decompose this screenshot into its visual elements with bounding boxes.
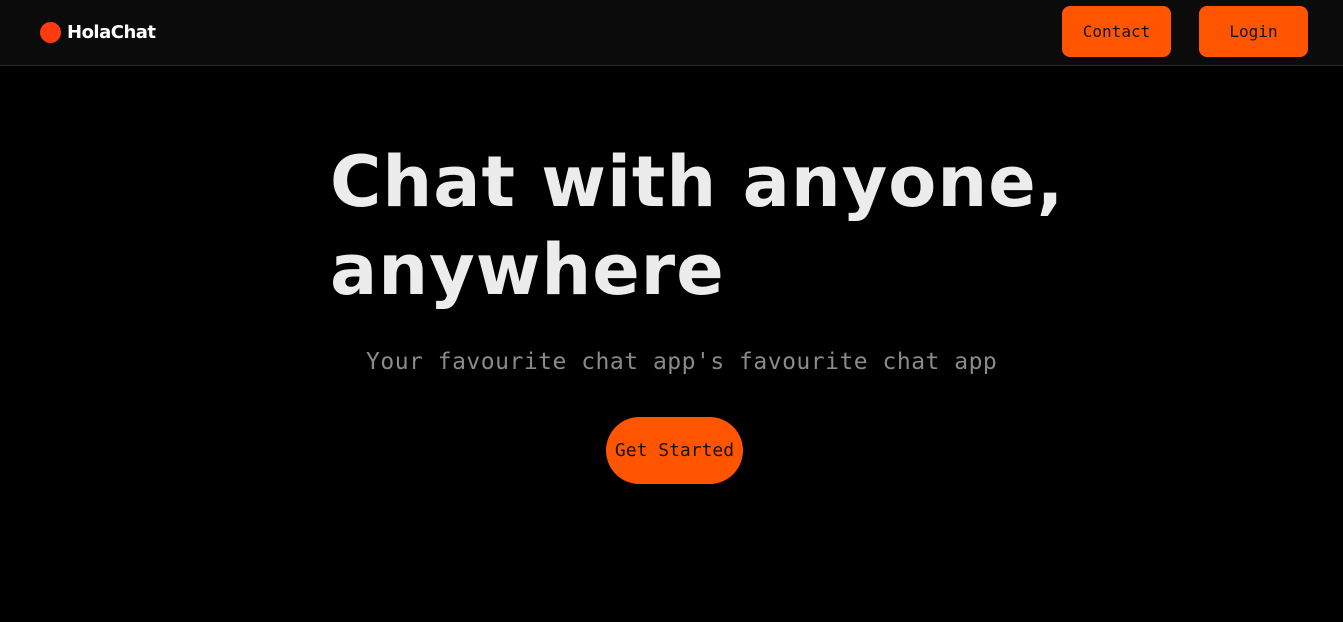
- brand-name: HolaChat: [67, 21, 156, 43]
- contact-button[interactable]: Contact: [1062, 6, 1171, 57]
- hero-subtitle: Your favourite chat app's favourite chat…: [366, 349, 998, 375]
- get-started-button[interactable]: Get Started: [606, 417, 743, 484]
- hero-title-line-1: Chat with anyone,: [330, 141, 1065, 223]
- hero-title-line-2: anywhere: [330, 229, 725, 311]
- circle-logo-icon: [40, 21, 61, 43]
- navbar: HolaChat Contact Login: [0, 0, 1343, 66]
- hero-title: Chat with anyone, anywhere: [330, 138, 1090, 314]
- brand-logo[interactable]: HolaChat: [40, 20, 156, 44]
- login-button[interactable]: Login: [1199, 6, 1308, 57]
